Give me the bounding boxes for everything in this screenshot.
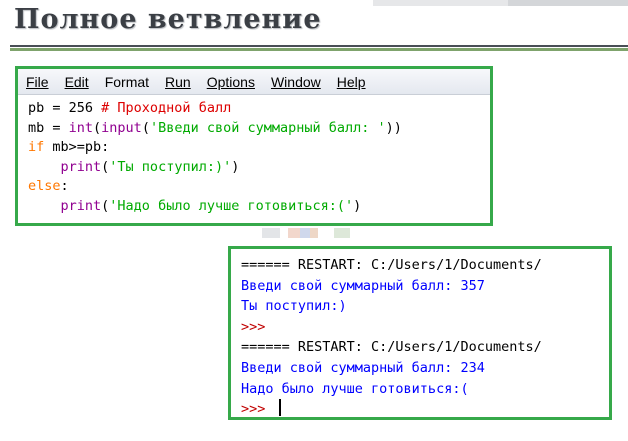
- shell-output-line: Введи свой суммарный балл: 357: [241, 277, 485, 294]
- menu-window-label: Window: [270, 73, 321, 90]
- menu-run[interactable]: Run: [165, 74, 191, 90]
- code-token: pb = 256: [28, 100, 102, 116]
- code-builtin: print: [60, 197, 102, 214]
- code-token: )): [385, 119, 402, 136]
- menu-window[interactable]: Window: [271, 74, 321, 90]
- code-keyword: else: [28, 178, 61, 195]
- title-decoration-dark: [508, 0, 628, 6]
- menu-run-label: Run: [165, 73, 191, 90]
- shell-edge: [605, 249, 609, 417]
- chart-icon-alt: [300, 228, 310, 238]
- menu-file[interactable]: File: [26, 74, 49, 90]
- menu-format[interactable]: Format: [105, 74, 149, 90]
- shell-prompt-active[interactable]: >>>: [241, 401, 274, 417]
- menu-help[interactable]: Help: [337, 74, 366, 90]
- code-token: mb>=pb:: [44, 139, 110, 156]
- shell-output-line: Ты поступил:): [241, 298, 347, 315]
- menu-edit-label: Edit: [64, 73, 89, 90]
- code-comment: # Проходной балл: [101, 100, 232, 116]
- grid-icon: [262, 228, 280, 238]
- shell-prompt: >>>: [241, 318, 266, 335]
- shell-output[interactable]: ====== RESTART: C:/Users/1/Documents/ Вв…: [241, 255, 542, 417]
- code-line-3: if mb>=pb:: [28, 139, 109, 155]
- code-line-2: mb = int(input('Введи свой суммарный бал…: [28, 120, 402, 136]
- code-line-4: print('Ты поступил:)'): [28, 158, 240, 175]
- menu-options-label: Options: [206, 73, 255, 90]
- shell-restart-line: ====== RESTART: C:/Users/1/Documents/: [241, 339, 542, 356]
- picture-icon: [334, 228, 350, 238]
- shell-window[interactable]: ====== RESTART: C:/Users/1/Documents/ Вв…: [228, 246, 612, 420]
- menu-help-label: Help: [336, 73, 366, 90]
- code-token: mb =: [28, 119, 69, 136]
- code-editor[interactable]: pb = 256 # Проходной балл mb = int(input…: [28, 99, 402, 217]
- code-line-5: else:: [28, 178, 69, 194]
- title-divider-accent: [10, 48, 628, 51]
- code-line-6: print('Надо было лучше готовиться:('): [28, 197, 362, 214]
- menu-format-label: Format: [104, 73, 150, 90]
- code-token: :: [60, 178, 69, 195]
- shell-output-line: Введи свой суммарный балл: 234: [241, 359, 485, 376]
- code-keyword: if: [28, 139, 45, 156]
- code-string: 'Введи свой суммарный балл: ': [149, 119, 386, 136]
- menu-file-label: File: [26, 73, 49, 90]
- chart-icon-bar: [310, 228, 318, 238]
- shell-restart-line: ====== RESTART: C:/Users/1/Documents/: [241, 257, 542, 273]
- code-token: (: [141, 119, 150, 136]
- code-line-1: pb = 256 # Проходной балл: [28, 100, 231, 116]
- code-token: ): [231, 158, 240, 175]
- menu-options[interactable]: Options: [207, 74, 255, 90]
- code-token: (: [93, 119, 102, 136]
- code-string: 'Надо было лучше готовиться:(': [109, 197, 354, 214]
- slide-title: Полное ветвление: [14, 4, 322, 35]
- editor-window[interactable]: File Edit Format Run Options Window Help…: [15, 66, 493, 226]
- chart-icon: [288, 228, 300, 238]
- code-string: 'Ты поступил:)': [109, 158, 232, 175]
- code-builtin: input: [101, 119, 142, 136]
- code-token: ): [353, 197, 362, 214]
- background-toolbar-icons: [262, 226, 362, 240]
- shell-output-line: Надо было лучше готовиться:(: [241, 380, 469, 397]
- code-builtin: int: [68, 119, 94, 136]
- title-divider: [10, 45, 628, 47]
- menu-bar: File Edit Format Run Options Window Help: [18, 69, 490, 95]
- menu-edit[interactable]: Edit: [65, 74, 89, 90]
- text-cursor: [278, 399, 281, 417]
- code-builtin: print: [60, 158, 102, 175]
